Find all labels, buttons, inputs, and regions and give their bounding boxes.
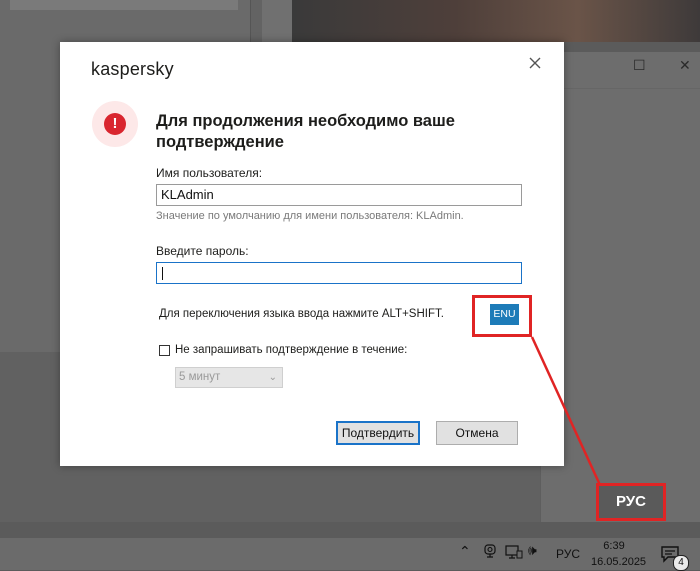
chevron-down-icon: ⌄ bbox=[268, 372, 277, 383]
taskbar: ⌃ 🕪 РУС 6:39 16.05.2025 bbox=[0, 538, 700, 570]
notification-count-badge: 4 bbox=[673, 555, 689, 571]
background-titlebar: ☐ ✕ bbox=[541, 52, 700, 89]
text-cursor bbox=[162, 267, 163, 280]
annotation-highlight-box bbox=[472, 295, 532, 337]
kaspersky-logo: kaspersky bbox=[91, 59, 174, 79]
chevron-up-icon[interactable]: ⌃ bbox=[459, 544, 471, 560]
password-field[interactable] bbox=[156, 262, 522, 284]
username-hint: Значение по умолчанию для имени пользова… bbox=[156, 210, 464, 222]
maximize-icon[interactable]: ☐ bbox=[633, 58, 646, 74]
network-icon[interactable] bbox=[505, 544, 523, 563]
background-photo bbox=[292, 0, 700, 42]
kaspersky-confirmation-dialog: kaspersky ! Для продолжения необходимо в… bbox=[60, 42, 564, 466]
cancel-button[interactable]: Отмена bbox=[436, 421, 518, 445]
remember-checkbox[interactable] bbox=[159, 345, 170, 356]
clock[interactable]: 6:39 16.05.2025 bbox=[591, 538, 647, 570]
exclamation-icon: ! bbox=[104, 113, 126, 135]
background-window-middle bbox=[262, 0, 292, 42]
input-language-indicator[interactable]: РУС bbox=[556, 547, 580, 561]
language-switch-hint: Для переключения языка ввода нажмите ALT… bbox=[159, 308, 444, 320]
password-label: Введите пароль: bbox=[156, 244, 249, 258]
remember-label[interactable]: Не запрашивать подтверждение в течение: bbox=[175, 344, 407, 356]
warning-icon: ! bbox=[92, 101, 138, 147]
duration-select: 5 минут ⌄ bbox=[175, 367, 283, 388]
volume-icon[interactable]: 🕪 bbox=[528, 543, 537, 559]
username-field[interactable]: KLAdmin bbox=[156, 184, 522, 206]
confirm-button[interactable]: Подтвердить bbox=[336, 421, 420, 445]
dialog-heading: Для продолжения необходимо ваше подтверж… bbox=[156, 112, 455, 151]
webcam-icon[interactable] bbox=[483, 544, 497, 563]
clock-time: 6:39 bbox=[603, 540, 625, 552]
username-label: Имя пользователя: bbox=[156, 166, 263, 180]
clock-date: 16.05.2025 bbox=[591, 556, 647, 568]
duration-value: 5 минут bbox=[179, 371, 221, 383]
annotation-label: РУС bbox=[596, 483, 666, 521]
background-window-right: ☐ ✕ bbox=[540, 52, 700, 522]
close-icon[interactable]: ✕ bbox=[679, 58, 691, 74]
close-icon[interactable] bbox=[526, 54, 544, 72]
